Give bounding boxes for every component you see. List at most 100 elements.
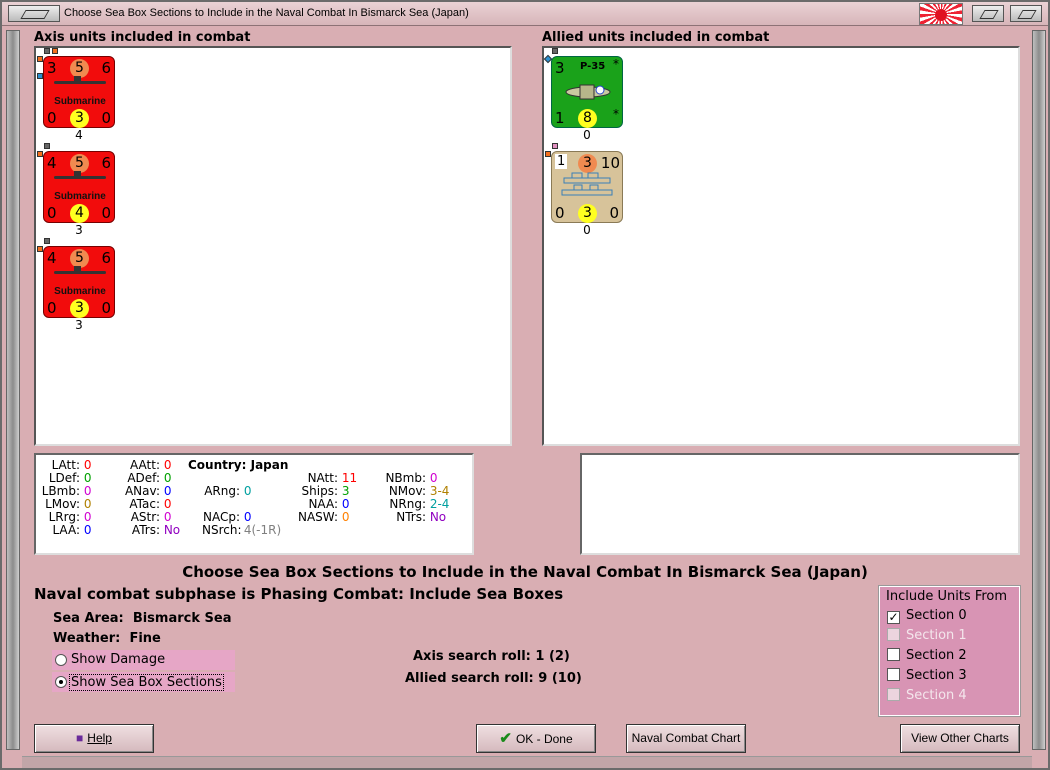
counter-top-right: 10 [600,154,620,172]
dialog-window: Choose Sea Box Sections to Include in th… [0,0,1050,770]
unit-count: 4 [75,128,83,142]
stat-atrs: ATrs: No [131,523,181,537]
show-damage-radio[interactable]: Show Damage [52,650,235,670]
allied-unit-counter[interactable]: 1 3 10 0 3 0 [551,151,623,223]
counter-top-left: 4 [47,249,57,267]
unit-count: 0 [583,128,591,142]
unit-count: 3 [75,318,83,332]
unit-count: 3 [75,223,83,237]
stat-anav: ANav: 0 [124,484,172,498]
counter-bottom-left: 0 [47,109,57,127]
axis-search-roll: Axis search roll: 1 (2) [413,649,570,664]
title-bar: Choose Sea Box Sections to Include in th… [2,2,1048,26]
unit-marker-icon [552,143,558,149]
fighter-plane-icon [565,84,611,100]
window-title: Choose Sea Box Sections to Include in th… [64,7,469,19]
stat-nmov: NMov: 3-4 [388,484,450,498]
submarine-icon [54,266,106,274]
show-sections-radio[interactable]: Show Sea Box Sections [52,672,235,692]
stat-aatt: AAtt: 0 [130,458,172,472]
counter-bottom-center: 3 [578,204,597,223]
counter-unit-name: Submarine [54,191,106,202]
axis-units-label: Axis units included in combat [34,30,251,45]
japan-flag-icon [919,3,963,25]
radio-button[interactable] [55,676,67,688]
axis-unit-counter[interactable]: 3 5 6 Submarine 0 3 0 [43,56,115,128]
submarine-icon [54,171,106,179]
counter-bottom-right: * [613,107,619,121]
allied-units-label: Allied units included in combat [542,30,770,45]
stat-atac: ATac: 0 [129,497,172,511]
status-bar [22,756,1032,768]
counter-unit-name: P-35 [580,61,606,72]
checkbox [887,628,900,641]
counter-bottom-right: 0 [609,204,619,222]
counter-bottom-center: 3 [70,109,89,128]
stat-astr: AStr: 0 [130,510,172,524]
stat-ntrs: NTrs: No [396,510,447,524]
counter-top-left: 3 [555,59,565,77]
counter-bottom-center: 3 [70,299,89,318]
help-button[interactable]: ■ Help [34,724,154,753]
weather-line: Weather: Fine [53,631,161,646]
transport-ship-icon [561,172,613,196]
counter-top-right: 6 [101,59,111,77]
stat-lmov: LMov: 0 [45,497,92,511]
counter-top-right: 6 [101,154,111,172]
counter-bottom-left: 0 [555,204,565,222]
check-icon: ✔ [499,730,512,747]
subphase-text: Naval combat subphase is Phasing Combat:… [34,585,564,603]
stat-natt: NAtt: 11 [307,471,358,485]
counter-bottom-center: 8 [578,109,597,128]
stat-laa: LAA: 0 [52,523,92,537]
checkbox[interactable] [887,668,900,681]
counter-top-left: 1 [555,154,568,169]
stat-country: Country: Japan [188,458,289,472]
ok-done-button[interactable]: ✔ OK - Done [476,724,596,753]
stat-nsrch: NSrch: 4(-1R) [202,523,282,537]
unit-marker-icon [44,238,50,244]
sea-area-line: Sea Area: Bismarck Sea [53,611,232,626]
stat-lbmb: LBmb: 0 [41,484,92,498]
counter-bottom-left: 1 [555,109,565,127]
section-1-checkbox: Section 1 [887,628,967,643]
right-rail [1032,30,1046,750]
counter-bottom-right: 0 [101,204,111,222]
counter-bottom-left: 0 [47,299,57,317]
section-4-checkbox: Section 4 [887,688,967,703]
view-other-charts-button[interactable]: View Other Charts [900,724,1020,753]
counter-center: 3 [578,154,597,173]
section-2-checkbox[interactable]: Section 2 [887,648,967,663]
axis-unit-counter[interactable]: 4 5 6 Submarine 0 4 0 [43,151,115,223]
counter-top-right: * [613,57,619,71]
maximize-button[interactable] [1010,5,1042,22]
stat-nbmb: NBmb: 0 [385,471,438,485]
minimize-button[interactable] [972,5,1004,22]
include-units-title: Include Units From [886,589,1008,604]
axis-unit-counter[interactable]: 4 5 6 Submarine 0 3 0 [43,246,115,318]
unit-count: 0 [583,223,591,237]
stat-arng: ARng: 0 [204,484,252,498]
unit-marker-icon [552,48,558,54]
system-menu-button[interactable] [8,5,60,22]
book-icon: ■ [76,731,84,745]
stat-ships: Ships: 3 [301,484,350,498]
checkbox[interactable]: ✓ [887,611,900,624]
counter-bottom-right: 0 [101,109,111,127]
stat-adef: ADef: 0 [127,471,172,485]
counter-top-right: 6 [101,249,111,267]
dialog-heading: Choose Sea Box Sections to Include in th… [182,563,868,581]
checkbox[interactable] [887,648,900,661]
counter-unit-name: Submarine [54,96,106,107]
section-3-checkbox[interactable]: Section 3 [887,668,967,683]
allied-unit-counter[interactable]: 3 P-35 * 1 8 * [551,56,623,128]
naval-combat-chart-button[interactable]: Naval Combat Chart [626,724,746,753]
allied-stats-panel [580,453,1020,555]
section-0-checkbox[interactable]: ✓ Section 0 [887,608,967,624]
radio-button[interactable] [55,654,67,666]
stat-ldef: LDef: 0 [48,471,92,485]
left-rail [6,30,20,750]
counter-unit-name: Submarine [54,286,106,297]
submarine-icon [54,76,106,84]
axis-units-panel: 3 5 6 Submarine 0 3 0 4 4 5 6 Submarine … [34,46,512,446]
